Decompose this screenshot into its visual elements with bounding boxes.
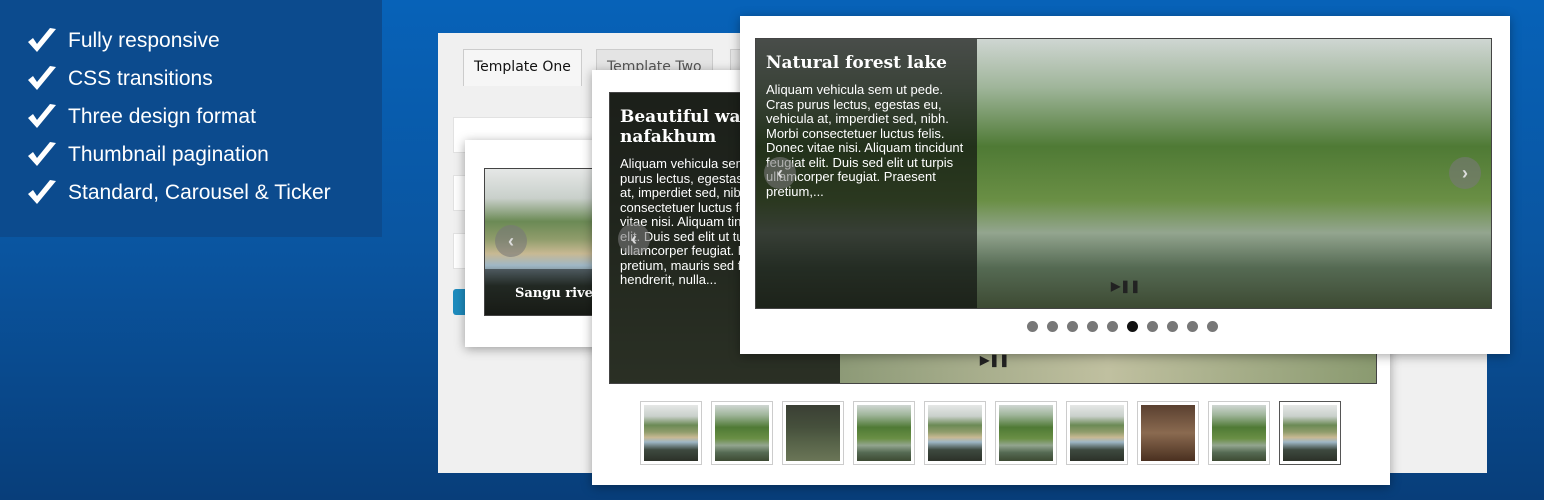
tab-template-one[interactable]: Template One — [463, 49, 582, 86]
slide-image: Natural forest lake Aliquam vehicula sem… — [755, 38, 1492, 309]
pagination-dot[interactable] — [1067, 321, 1078, 332]
pagination-dot[interactable] — [1087, 321, 1098, 332]
pagination-dot[interactable] — [1167, 321, 1178, 332]
thumbnail[interactable] — [640, 401, 702, 465]
thumbnail[interactable] — [853, 401, 915, 465]
chevron-left-icon[interactable]: ‹ — [618, 223, 650, 255]
feature-item: Standard, Carousel & Ticker — [26, 174, 382, 212]
chevron-right-icon[interactable]: › — [1449, 157, 1481, 189]
thumbnail[interactable] — [995, 401, 1057, 465]
check-icon — [28, 104, 56, 128]
feature-item: Thumbnail pagination — [26, 136, 382, 174]
feature-item: Fully responsive — [26, 22, 382, 60]
thumbnail-pagination — [640, 401, 1341, 465]
check-icon — [28, 66, 56, 90]
slide-text: Aliquam vehicula sem ut pede. Cras purus… — [766, 82, 964, 199]
pagination-dot[interactable] — [1207, 321, 1218, 332]
pagination-dot[interactable] — [1147, 321, 1158, 332]
thumbnail[interactable] — [711, 401, 773, 465]
pagination-dot[interactable] — [1027, 321, 1038, 332]
feature-list: Fully responsive CSS transitions Three d… — [0, 0, 382, 237]
slide-caption: Sangu river — [515, 286, 600, 301]
thumbnail[interactable] — [782, 401, 844, 465]
chevron-left-icon[interactable]: ‹ — [495, 225, 527, 257]
pagination-dot[interactable] — [1047, 321, 1058, 332]
feature-label: Fully responsive — [68, 29, 220, 52]
feature-label: CSS transitions — [68, 67, 213, 90]
chevron-left-icon[interactable]: ‹ — [764, 157, 796, 189]
check-icon — [28, 28, 56, 52]
feature-item: CSS transitions — [26, 60, 382, 98]
feature-label: Thumbnail pagination — [68, 143, 269, 166]
play-pause-icon[interactable]: ▶❚❚ — [1111, 279, 1140, 293]
slide-title: Natural forest lake — [766, 53, 947, 73]
feature-label: Three design format — [68, 105, 256, 128]
thumbnail-active[interactable] — [1279, 401, 1341, 465]
thumbnail[interactable] — [1208, 401, 1270, 465]
thumbnail[interactable] — [1066, 401, 1128, 465]
pagination-dot[interactable] — [1187, 321, 1198, 332]
dot-pagination — [1027, 321, 1218, 332]
check-icon — [28, 142, 56, 166]
check-icon — [28, 180, 56, 204]
feature-label: Standard, Carousel & Ticker — [68, 181, 331, 204]
thumbnail[interactable] — [1137, 401, 1199, 465]
pagination-dot[interactable] — [1107, 321, 1118, 332]
pagination-dot-active[interactable] — [1127, 321, 1138, 332]
feature-item: Three design format — [26, 98, 382, 136]
play-pause-icon[interactable]: ▶❚❚ — [980, 353, 1009, 367]
slider-preview-three: Natural forest lake Aliquam vehicula sem… — [740, 16, 1510, 354]
thumbnail[interactable] — [924, 401, 986, 465]
